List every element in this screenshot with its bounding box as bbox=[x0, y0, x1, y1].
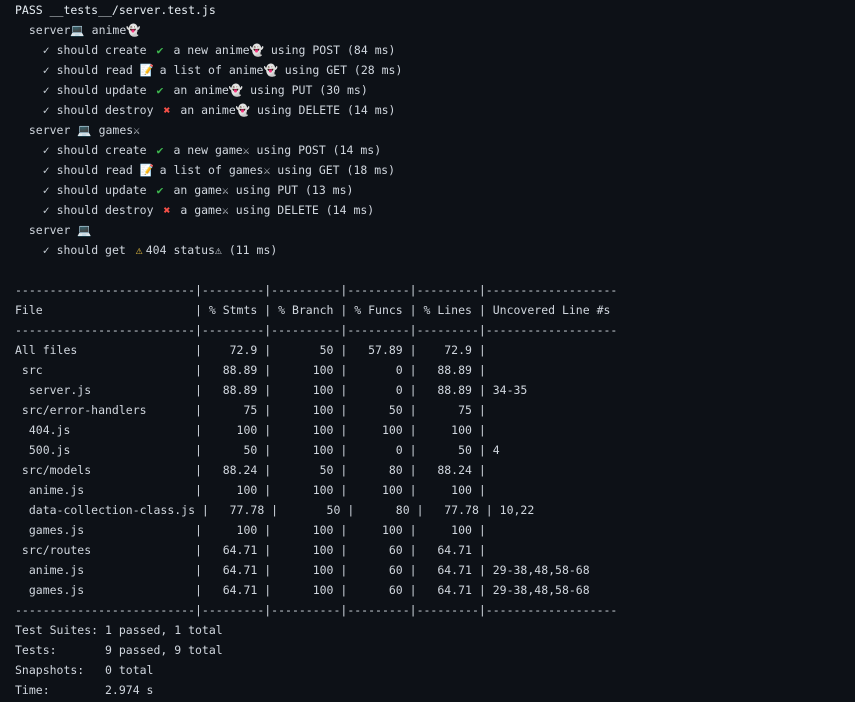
coverage-row-anime-js: anime.js | 100 | 100 | 100 | 100 | bbox=[15, 483, 618, 497]
test-detail: a new anime👻 using POST (84 ms) bbox=[166, 43, 396, 57]
coverage-row-500-js: 500.js | 50 | 100 | 0 | 50 | 4 bbox=[15, 443, 618, 457]
coverage-row-games-js: games.js | 100 | 100 | 100 | 100 | bbox=[15, 523, 618, 537]
coverage-row-all-files: All files | 72.9 | 50 | 57.89 | 72.9 | bbox=[15, 343, 618, 357]
test-row: ✓ should destroy ✖ a game⚔ using DELETE … bbox=[15, 200, 845, 220]
suite-title-games: server 💻 games⚔ bbox=[15, 120, 845, 140]
cross-icon: ✖ bbox=[163, 103, 171, 117]
test-detail: a list of games⚔ using GET (18 ms) bbox=[152, 163, 395, 177]
test-row: ✓ should update ✔ an game⚔ using PUT (13… bbox=[15, 180, 845, 200]
suite-title-text: server 💻 games⚔ bbox=[28, 123, 141, 137]
pass-mark: ✓ bbox=[42, 63, 50, 77]
terminal-output: PASS __tests__/server.test.js server💻 an… bbox=[15, 0, 845, 700]
check-icon: ✔ bbox=[156, 143, 164, 157]
coverage-row-src: src | 88.89 | 100 | 0 | 88.89 | bbox=[15, 363, 618, 377]
summary-test-suites: Test Suites: 1 passed, 1 total bbox=[15, 623, 223, 637]
coverage-row-404-js: 404.js | 100 | 100 | 100 | 100 | bbox=[15, 423, 618, 437]
test-text: should update bbox=[56, 83, 154, 97]
check-icon: ✔ bbox=[156, 83, 164, 97]
test-row: ✓ should destroy ✖ an anime👻 using DELET… bbox=[15, 100, 845, 120]
pass-mark: ✓ bbox=[42, 183, 50, 197]
warning-icon: ⚠ bbox=[135, 243, 143, 257]
test-row: ✓ should update ✔ an anime👻 using PUT (3… bbox=[15, 80, 845, 100]
test-row: ✓ should get ⚠ 404 status⚠ (11 ms) bbox=[15, 240, 845, 260]
test-text: should update bbox=[56, 183, 154, 197]
coverage-separator: --------------------------|---------|---… bbox=[15, 283, 618, 297]
test-detail: an anime👻 using PUT (30 ms) bbox=[166, 83, 368, 97]
coverage-row-routes: src/routes | 64.71 | 100 | 60 | 64.71 | bbox=[15, 543, 618, 557]
suite-title-server: server 💻 bbox=[15, 220, 845, 240]
pass-mark: ✓ bbox=[42, 163, 50, 177]
suite-title-anime: server💻 anime👻 bbox=[15, 20, 845, 40]
suite-title-text: server💻 anime👻 bbox=[28, 23, 141, 37]
test-text: should create bbox=[56, 143, 154, 157]
test-text: should create bbox=[56, 43, 154, 57]
test-text: should read bbox=[56, 63, 140, 77]
summary-tests: Tests: 9 passed, 9 total bbox=[15, 643, 223, 657]
test-file-status: PASS __tests__/server.test.js bbox=[15, 3, 216, 17]
summary-time: Time: 2.974 s bbox=[15, 683, 154, 697]
pass-mark: ✓ bbox=[42, 203, 50, 217]
coverage-separator: --------------------------|---------|---… bbox=[15, 323, 618, 337]
test-text: should destroy bbox=[56, 203, 161, 217]
coverage-row-models: src/models | 88.24 | 50 | 80 | 88.24 | bbox=[15, 463, 618, 477]
check-icon: ✔ bbox=[156, 43, 164, 57]
pass-mark: ✓ bbox=[42, 243, 50, 257]
pass-mark: ✓ bbox=[42, 103, 50, 117]
suite-title-text: server 💻 bbox=[28, 223, 92, 237]
coverage-separator: --------------------------|---------|---… bbox=[15, 603, 618, 617]
coverage-row-routes-anime-js: anime.js | 64.71 | 100 | 60 | 64.71 | 29… bbox=[15, 563, 618, 577]
check-icon: ✔ bbox=[156, 183, 164, 197]
test-row: ✓ should read 📝 a list of games⚔ using G… bbox=[15, 160, 845, 180]
cross-icon: ✖ bbox=[163, 203, 171, 217]
coverage-row-data-collection-class-js: data-collection-class.js | 77.78 | 50 | … bbox=[15, 503, 625, 517]
test-detail: a list of anime👻 using GET (28 ms) bbox=[152, 63, 403, 77]
test-text: should read bbox=[56, 163, 140, 177]
memo-icon: 📝 bbox=[139, 63, 154, 77]
test-row: ✓ should create ✔ a new game⚔ using POST… bbox=[15, 140, 845, 160]
pass-mark: ✓ bbox=[42, 143, 50, 157]
test-detail: an game⚔ using PUT (13 ms) bbox=[166, 183, 354, 197]
test-detail: an anime👻 using DELETE (14 ms) bbox=[173, 103, 396, 117]
test-detail: a new game⚔ using POST (14 ms) bbox=[166, 143, 382, 157]
coverage-row-error-handlers: src/error-handlers | 75 | 100 | 50 | 75 … bbox=[15, 403, 618, 417]
coverage-header: File | % Stmts | % Branch | % Funcs | % … bbox=[15, 303, 618, 317]
memo-icon: 📝 bbox=[139, 163, 154, 177]
test-detail: 404 status⚠ (11 ms) bbox=[145, 243, 278, 257]
pass-mark: ✓ bbox=[42, 43, 50, 57]
test-text: should destroy bbox=[56, 103, 161, 117]
coverage-row-routes-games-js: games.js | 64.71 | 100 | 60 | 64.71 | 29… bbox=[15, 583, 618, 597]
summary-snapshots: Snapshots: 0 total bbox=[15, 663, 154, 677]
test-text: should get bbox=[56, 243, 133, 257]
test-row: ✓ should read 📝 a list of anime👻 using G… bbox=[15, 60, 845, 80]
pass-mark: ✓ bbox=[42, 83, 50, 97]
test-row: ✓ should create ✔ a new anime👻 using POS… bbox=[15, 40, 845, 60]
test-detail: a game⚔ using DELETE (14 ms) bbox=[173, 203, 375, 217]
coverage-row-server-js: server.js | 88.89 | 100 | 0 | 88.89 | 34… bbox=[15, 383, 618, 397]
